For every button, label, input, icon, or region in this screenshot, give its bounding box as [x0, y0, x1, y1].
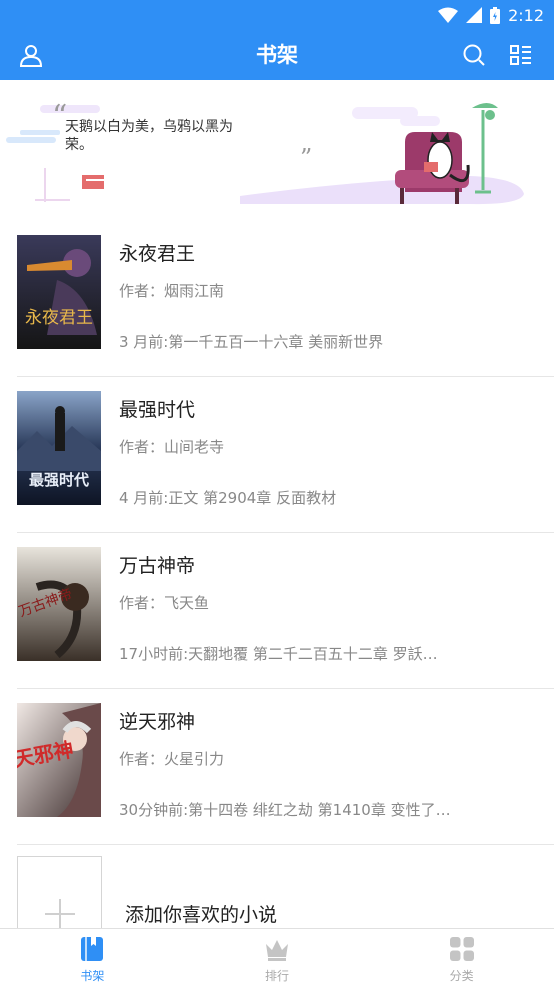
search-button[interactable] — [458, 39, 490, 71]
search-icon — [463, 44, 485, 66]
book-latest-chapter: 30分钟前:第十四卷 绯红之劫 第1410章 变性了… — [119, 801, 451, 819]
book-author: 作者：火星引力 — [119, 750, 225, 768]
tab-bookshelf[interactable]: 书架 — [0, 929, 185, 986]
bookshelf-icon — [81, 937, 104, 961]
quote-banner: “ ” 天鹅以白为美，乌鸦以黑为荣。 — [0, 80, 554, 220]
book-list: 永夜君王 永夜君王 作者：烟雨江南 3 月前:第一千五百一十六章 美丽新世界 最… — [0, 221, 554, 845]
book-title: 万古神帝 — [119, 555, 196, 577]
book-cover: 最强时代 — [17, 391, 101, 505]
cover-title: 永夜君王 — [25, 308, 93, 328]
status-icons: 2:12 — [438, 4, 544, 26]
book-latest-chapter: 3 月前:第一千五百一十六章 美丽新世界 — [119, 333, 384, 351]
list-view-icon — [510, 45, 531, 65]
signal-icon — [466, 7, 483, 23]
status-time: 2:12 — [508, 5, 544, 25]
book-item[interactable]: 最强时代 最强时代 作者：山间老寺 4 月前:正文 第2904章 反面教材 — [17, 377, 554, 533]
banner-quote: 天鹅以白为美，乌鸦以黑为荣。 — [65, 119, 233, 153]
app-bar: 书架 — [0, 30, 554, 80]
book-item[interactable]: 永夜君王 永夜君王 作者：烟雨江南 3 月前:第一千五百一十六章 美丽新世界 — [17, 221, 554, 377]
book-item[interactable]: 万古神帝 万古神帝 作者：飞天鱼 17小时前:天翻地覆 第二千二百五十二章 罗訞… — [17, 533, 554, 689]
tab-label: 分类 — [449, 969, 474, 983]
plus-icon — [45, 899, 75, 928]
battery-icon — [490, 6, 501, 24]
tab-category[interactable]: 分类 — [369, 929, 554, 986]
book-author: 作者：山间老寺 — [119, 438, 225, 456]
tab-label: 书架 — [80, 969, 105, 983]
cover-title: 最强时代 — [29, 471, 89, 489]
book-title: 最强时代 — [119, 399, 196, 421]
book-author: 作者：烟雨江南 — [119, 282, 225, 300]
add-novel-row[interactable]: 添加你喜欢的小说 — [17, 846, 554, 928]
book-latest-chapter: 17小时前:天翻地覆 第二千二百五十二章 罗訞… — [119, 645, 438, 663]
bottom-tab-bar: 书架 排行 分类 — [0, 928, 554, 986]
crown-icon — [266, 940, 288, 961]
book-title: 永夜君王 — [119, 243, 196, 265]
svg-text:”: ” — [300, 144, 312, 172]
tab-ranking[interactable]: 排行 — [185, 929, 370, 986]
book-title: 逆天邪神 — [119, 711, 196, 733]
wifi-icon — [438, 7, 459, 23]
book-latest-chapter: 4 月前:正文 第2904章 反面教材 — [119, 489, 337, 507]
book-item[interactable]: 逆天邪神 逆天邪神 作者：火星引力 30分钟前:第十四卷 绯红之劫 第1410章… — [17, 689, 554, 845]
tab-label: 排行 — [265, 969, 290, 983]
book-cover: 逆天邪神 — [17, 703, 101, 817]
book-author: 作者：飞天鱼 — [119, 594, 210, 612]
grid-icon — [449, 937, 474, 961]
book-cover: 万古神帝 — [17, 547, 101, 661]
add-novel-button[interactable] — [17, 856, 102, 928]
status-bar: 2:12 — [0, 0, 554, 30]
add-novel-label: 添加你喜欢的小说 — [125, 904, 278, 926]
list-mode-button[interactable] — [505, 39, 537, 71]
book-cover: 永夜君王 — [17, 235, 101, 349]
